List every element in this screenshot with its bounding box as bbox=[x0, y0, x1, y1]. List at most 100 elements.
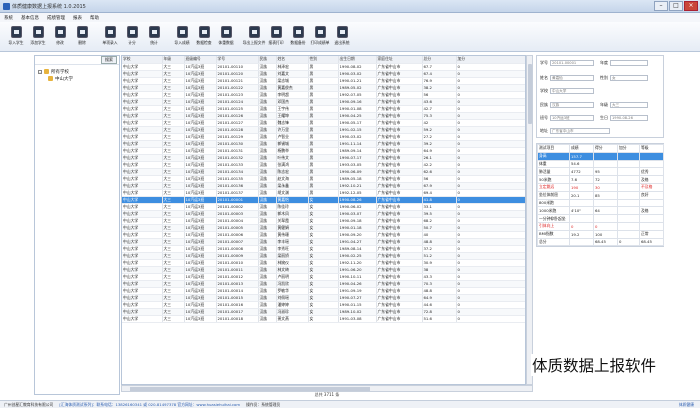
column-header[interactable]: 出生日期 bbox=[338, 56, 377, 64]
table-row[interactable]: 中山大学 大三 10汽运3班 20101-00137 汉族 胡文渊男 1992-12-05 广… bbox=[122, 189, 525, 197]
table-row[interactable]: 中山大学 大三 10汽运3班 20101-00011 汉族 林文绮女 1991-06-20 广… bbox=[122, 266, 525, 274]
column-header[interactable]: 班级编号 bbox=[184, 56, 217, 64]
name-field[interactable] bbox=[550, 75, 594, 81]
maximize-button[interactable]: □ bbox=[669, 1, 683, 11]
table-row[interactable]: 中山大学 大三 10汽运3班 20101-00126 汉族 王耀坤男 1990-04-25 广… bbox=[122, 112, 525, 120]
table-row[interactable]: 中山大学 大三 10汽运3班 20101-00128 汉族 许万里男 1991-02-15 广… bbox=[122, 126, 525, 134]
table-row[interactable]: 中山大学 大三 10汽运3班 20101-00008 汉族 李秀旺女 1989-08-14 广… bbox=[122, 245, 525, 253]
table-row[interactable]: 中山大学 大三 10汽运3班 20101-00004 汉族 关翠霞女 1990-09-18 广… bbox=[122, 217, 525, 225]
table-row[interactable]: 中山大学 大三 10汽运3班 20101-00123 汉族 李明超男 1992-07-05 广… bbox=[122, 91, 525, 99]
table-row[interactable]: 中山大学 大三 10汽运3班 20101-00010 汉族 林婉仪女 1992-11-20 广… bbox=[122, 259, 525, 267]
grid-vertical-scrollbar[interactable] bbox=[526, 55, 533, 385]
table-row[interactable]: 中山大学 大三 10汽运3班 20101-00005 汉族 黄健娟女 1990-01-18 广… bbox=[122, 224, 525, 232]
toolbar-button-7[interactable]: 导入成绩 bbox=[172, 22, 192, 52]
table-row[interactable]: 中山大学 大三 10汽运3班 20101-00124 汉族 邓国杰男 1990-09-16 广… bbox=[122, 98, 525, 106]
table-row[interactable]: 中山大学 大三 10汽运3班 20101-00015 汉族 刘佩瑶女 1990-07-27 广… bbox=[122, 294, 525, 302]
table-row[interactable]: 中山大学 大三 10汽运3班 20101-00122 汉族 黄嘉俊杰男 1989-05-02… bbox=[122, 84, 525, 92]
year-field[interactable] bbox=[610, 60, 648, 66]
table-row[interactable]: 中山大学 大三 10汽运3班 20101-00134 汉族 陈志宏男 1990-06-09 广… bbox=[122, 168, 525, 176]
score-row[interactable]: 身高 157.7 bbox=[537, 151, 664, 161]
toolbar-button-14[interactable]: 退出系统 bbox=[332, 22, 352, 52]
search-button[interactable]: 搜索 bbox=[101, 56, 117, 64]
menu-item-score[interactable]: 成绩管理 bbox=[47, 15, 65, 21]
score-row[interactable]: 体重 54.6 bbox=[537, 159, 664, 169]
address-field[interactable] bbox=[550, 128, 610, 134]
toolbar-button-11[interactable]: 报表打印 bbox=[266, 22, 286, 52]
column-header[interactable]: 学校 bbox=[122, 56, 163, 64]
close-button[interactable]: × bbox=[684, 1, 698, 11]
table-row[interactable]: 中山大学 大三 10汽运3班 20101-00129 汉族 卢智业男 1990-03-02 广… bbox=[122, 133, 525, 141]
nation-field[interactable] bbox=[550, 102, 594, 108]
birthday-field[interactable] bbox=[610, 115, 648, 121]
table-row[interactable]: 中山大学 大三 10汽运3班 20101-00131 汉族 杨鹏举男 1989-09-14 广… bbox=[122, 147, 525, 155]
toolbar-button-3[interactable]: 删除 bbox=[72, 22, 92, 52]
score-row[interactable]: 一分钟仰卧起坐 bbox=[537, 214, 664, 223]
menu-item-basic[interactable]: 基本信息 bbox=[21, 15, 39, 21]
column-header[interactable]: 学号 bbox=[216, 56, 259, 64]
score-row[interactable]: 肺活量 4772 95 优秀 bbox=[537, 167, 664, 177]
toolbar-button-2[interactable]: 修改 bbox=[50, 22, 70, 52]
toolbar-button-8[interactable]: 数据检查 bbox=[194, 22, 214, 52]
table-row[interactable]: 中山大学 大三 10汽运3班 20101-00001 汉族 黄嘉怡女 1990-08-26 广… bbox=[122, 196, 525, 204]
table-row[interactable]: 中山大学 大三 10汽运3班 20101-00002 汉族 陈佳玲女 1990-06-02 广… bbox=[122, 203, 525, 211]
score-row[interactable]: 1000米跑 4'10" 64 及格 bbox=[537, 206, 664, 216]
column-header[interactable]: 性别 bbox=[308, 56, 339, 64]
table-row[interactable]: 中山大学 大三 10汽运3班 20101-00006 汉族 黄伟珊女 1990-09-20 广… bbox=[122, 231, 525, 239]
minimize-button[interactable]: – bbox=[654, 1, 668, 11]
gender-field[interactable] bbox=[610, 75, 648, 81]
toolbar-button-1[interactable]: 添加学生 bbox=[28, 22, 48, 52]
table-row[interactable]: 中山大学 大三 10汽运3班 20101-00133 汉族 张满鸿男 1993-03-05 广… bbox=[122, 161, 525, 169]
status-contact-link[interactable]: [汇海体质测试系列]：联系电话：13826160341 或 020-814973… bbox=[59, 402, 240, 408]
table-row[interactable]: 中山大学 大三 10汽运3班 20101-00013 汉族 冯凯欣女 1990-04-26 广… bbox=[122, 280, 525, 288]
school-field[interactable] bbox=[550, 88, 594, 94]
grade-field[interactable] bbox=[610, 102, 648, 108]
table-row[interactable]: 中山大学 大三 10汽运3班 20101-00136 汉族 梁永鑫男 1992-10-21 广… bbox=[122, 182, 525, 190]
toolbar-button-5[interactable]: 计分 bbox=[122, 22, 142, 52]
table-row[interactable]: 中山大学 大三 10汽运3班 20101-00121 汉族 梁志城男 1990-01-21 广… bbox=[122, 77, 525, 85]
table-row[interactable]: 中山大学 大三 10汽运3班 20101-00016 汉族 潘婷婷女 1990-01-15 广… bbox=[122, 301, 525, 309]
table-row[interactable]: 中山大学 大三 10汽运3班 20101-00132 汉族 叶伟文男 1990-07-17 广… bbox=[122, 154, 525, 162]
score-row[interactable]: 800米跑 bbox=[537, 198, 664, 208]
table-row[interactable]: 中山大学 大三 10汽运3班 20101-00135 汉族 赵文海男 1989-05-18 广… bbox=[122, 175, 525, 183]
menu-item-report[interactable]: 报表 bbox=[73, 15, 82, 21]
score-row[interactable]: 总分 68.45 0 68.45 bbox=[537, 237, 664, 247]
table-row[interactable]: 中山大学 大三 10汽运3班 20101-00127 汉族 魏志锋男 1990-05-17 广… bbox=[122, 119, 525, 127]
score-row[interactable]: BMI指数 19.2 100 正常 bbox=[537, 229, 664, 239]
table-row[interactable]: 中山大学 大三 10汽运3班 20101-00110 汉族 林泽宏男 1990-08-02 广… bbox=[122, 63, 525, 71]
score-row[interactable]: 立定跳远 190 30 不及格 bbox=[537, 182, 664, 192]
student-id-field[interactable] bbox=[550, 60, 594, 66]
score-row[interactable]: 50米跑 7.6 72 及格 bbox=[537, 175, 664, 184]
toolbar-button-10[interactable]: 导出上报文件 bbox=[243, 22, 265, 52]
score-row[interactable]: 坐位体前屈 20.1 85 良好 bbox=[537, 190, 664, 200]
toolbar-button-13[interactable]: 打印成绩单 bbox=[310, 22, 330, 52]
table-row[interactable]: 中山大学 大三 10汽运3班 20101-00007 汉族 李丰瑶女 1991-04-27 广… bbox=[122, 238, 525, 246]
column-header[interactable]: 姓名 bbox=[276, 56, 309, 64]
score-row[interactable]: 引体向上 0 0 bbox=[537, 221, 664, 231]
menu-item-help[interactable]: 帮助 bbox=[90, 15, 99, 21]
toolbar-button-0[interactable]: 导入学生 bbox=[6, 22, 26, 52]
table-row[interactable]: 中山大学 大三 10汽运3班 20101-00009 汉族 梁丽娇女 1990-02-25 广… bbox=[122, 252, 525, 260]
table-row[interactable]: 中山大学 大三 10汽运3班 20101-00130 汉族 郭锡城男 1991-11-14 广… bbox=[122, 140, 525, 148]
column-header[interactable]: 家庭住址 bbox=[376, 56, 423, 64]
menu-item-system[interactable]: 系统 bbox=[4, 15, 13, 21]
table-row[interactable]: 中山大学 大三 10汽运3班 20101-00120 汉族 刘嘉文男 1990-03-02 广… bbox=[122, 70, 525, 78]
class-field[interactable] bbox=[550, 115, 594, 121]
tree-node-school[interactable]: 中山大学 bbox=[38, 75, 116, 82]
column-header[interactable]: 年级 bbox=[162, 56, 185, 64]
toolbar-button-4[interactable]: 单项录入 bbox=[100, 22, 120, 52]
column-header[interactable]: 加分 bbox=[456, 56, 525, 64]
column-header[interactable]: 总分 bbox=[422, 56, 457, 64]
table-row[interactable]: 中山大学 大三 10汽运3班 20101-00017 汉族 冯淑珍女 1989-10-02 广… bbox=[122, 308, 525, 316]
table-row[interactable]: 中山大学 大三 10汽运3班 20101-00014 汉族 罗敏华女 1991-09-19 广… bbox=[122, 287, 525, 295]
toolbar-button-6[interactable]: 统计 bbox=[144, 22, 164, 52]
table-row[interactable]: 中山大学 大三 10汽运3班 20101-00012 汉族 卢丽明女 1990-10-11 广… bbox=[122, 273, 525, 281]
table-row[interactable]: 中山大学 大三 10汽运3班 20101-00125 汉族 王宇伟男 1990-01-08 广… bbox=[122, 105, 525, 113]
collapse-icon[interactable]: - bbox=[38, 69, 42, 74]
table-row[interactable]: 中山大学 大三 10汽运3班 20101-00003 汉族 郭木凤女 1990-03-07 广… bbox=[122, 210, 525, 218]
grid-horizontal-scrollbar[interactable] bbox=[121, 385, 533, 392]
column-header[interactable]: 民族 bbox=[258, 56, 277, 64]
toolbar-button-12[interactable]: 数据备份 bbox=[288, 22, 308, 52]
toolbar-button-9[interactable]: 体重数据 bbox=[216, 22, 236, 52]
table-row[interactable]: 中山大学 大三 10汽运3班 20101-00018 汉族 萧文燕女 1991-03-08 广… bbox=[122, 315, 525, 323]
tree-node-root[interactable]: - 所有学校 bbox=[38, 68, 116, 75]
